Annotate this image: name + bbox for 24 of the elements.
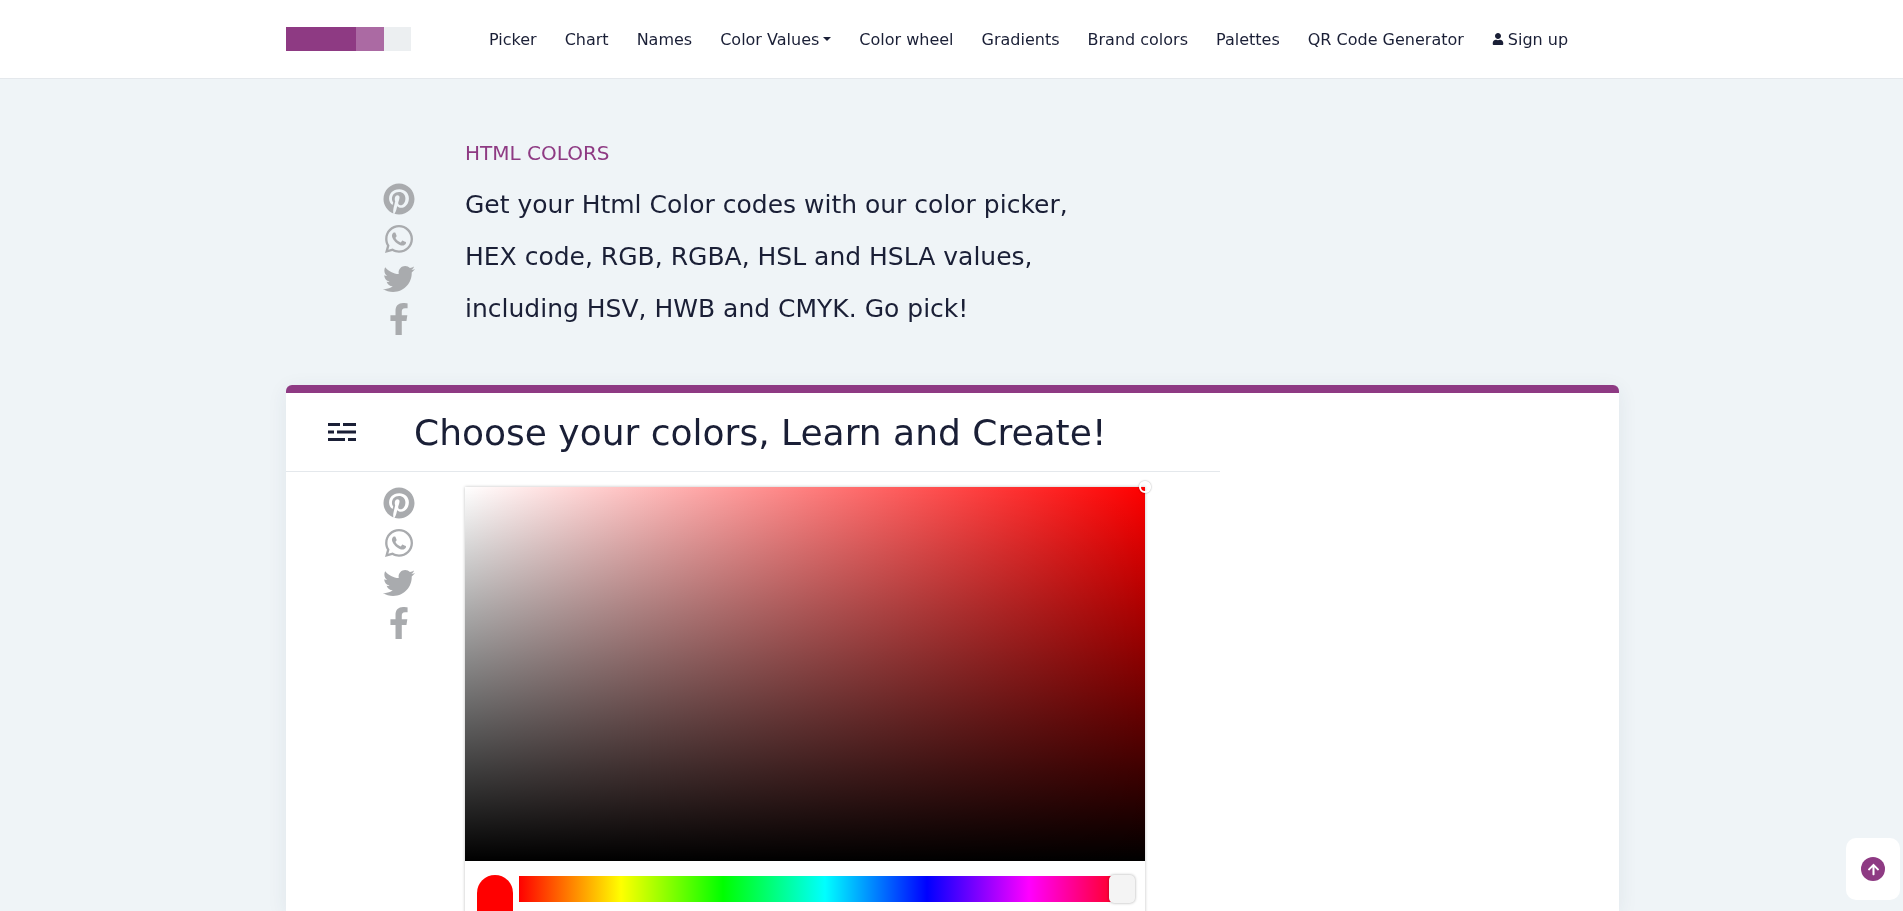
nav-link[interactable]: Palettes	[1216, 29, 1280, 49]
nav-dropdown[interactable]: Color Values	[720, 29, 832, 49]
nav-link[interactable]: Chart	[564, 29, 609, 49]
nav-link[interactable]: Gradients	[981, 29, 1060, 49]
nav-link[interactable]: Picker	[489, 29, 537, 49]
scroll-top-button[interactable]	[1846, 838, 1900, 900]
settings-sliders-icon[interactable]	[328, 422, 356, 442]
nav-link[interactable]: Sign up	[1491, 29, 1569, 49]
slider-thumb[interactable]	[1109, 875, 1135, 903]
intro-paragraph: Get your Html Color codes with our color picker, HEX code, RGB, RGBA, HSL and HSLA values, including HSV, HWB and CMYK. Go pick!	[465, 189, 1068, 325]
card-title: Choose your colors, Learn and Create!	[414, 411, 1107, 453]
nav-link[interactable]: Names	[636, 29, 693, 49]
nav-link[interactable]: Color wheel	[859, 29, 954, 49]
nav-link[interactable]: QR Code Generator	[1307, 29, 1464, 49]
color-preview	[477, 875, 513, 911]
section-eyebrow: HTML COLORS	[465, 141, 611, 165]
arrow-up-icon	[1861, 857, 1885, 881]
picker-cursor[interactable]	[1139, 481, 1151, 493]
nav-link[interactable]: Brand colors	[1087, 29, 1188, 49]
user-icon	[1491, 33, 1504, 45]
pinterest-icon[interactable]	[383, 487, 417, 521]
logo[interactable]	[286, 27, 411, 51]
hue-slider[interactable]	[519, 875, 1135, 903]
pinterest-icon[interactable]	[383, 183, 417, 217]
